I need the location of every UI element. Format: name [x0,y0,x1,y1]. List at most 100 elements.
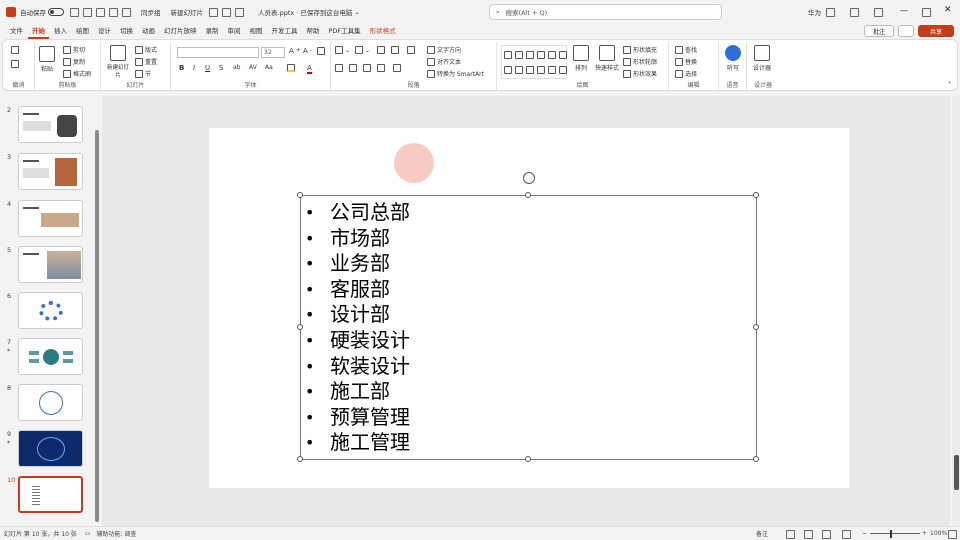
decrease-font-button[interactable]: A- [303,47,312,55]
justify-button[interactable] [377,64,385,72]
section-button[interactable]: 节 [135,69,151,78]
comment-button[interactable]: 批注 [864,25,894,37]
minimize-icon[interactable]: — [900,6,908,15]
rotate-handle-icon[interactable] [523,172,535,184]
reset-button[interactable]: 重置 [135,57,157,66]
file-title[interactable]: 人员表.pptx · 已保存到这台电脑 ⌄ [258,7,360,17]
underline-button[interactable]: U [205,64,210,72]
menu-shape-format[interactable]: 形状格式 [366,24,400,39]
menu-view[interactable]: 视图 [246,24,267,39]
zoom-in-icon[interactable]: + [922,530,927,537]
resize-handle[interactable] [525,192,531,198]
bullet-item[interactable]: 施工管理 [301,430,410,456]
menu-record[interactable]: 录制 [202,24,223,39]
bullet-item[interactable]: 硬装设计 [301,328,410,354]
select-button[interactable]: 选择 [675,69,697,78]
spellcheck-icon[interactable]: ▭ [85,530,91,537]
shape-effects-button[interactable]: 形状效果 [623,69,657,78]
crop-icon[interactable] [209,7,218,17]
designer-button[interactable]: 设计器 [753,45,771,72]
bullets-button[interactable]: ⌄ [335,46,350,54]
font-name-field[interactable] [177,47,259,58]
resize-handle[interactable] [297,456,303,462]
font-size-field[interactable]: 32 [261,47,285,58]
bullet-item[interactable]: 软装设计 [301,354,410,380]
align-left-button[interactable] [335,64,343,72]
bullet-item[interactable]: 市场部 [301,226,410,252]
increase-font-button[interactable]: A + [289,47,301,55]
menu-file[interactable]: 文件 [6,24,27,39]
accessibility-status[interactable]: 辅助功能: 调查 [96,529,136,538]
slide-sorter-icon[interactable] [804,530,813,539]
shape-fill-button[interactable]: 形状填充 [623,45,657,54]
align-center-button[interactable] [349,64,357,72]
shadow-button[interactable]: S [219,64,223,72]
new-slide-button[interactable]: 新建幻灯片 [105,45,131,79]
thumbnail-scrollbar[interactable] [95,130,99,522]
find-button[interactable]: 查找 [675,45,697,54]
bullet-item[interactable]: 业务部 [301,251,410,277]
redo-icon[interactable] [96,7,105,17]
arrange-button[interactable]: 排列 [573,45,589,72]
shape-outline-button[interactable]: 形状轮廓 [623,57,657,66]
fit-slide-icon[interactable] [948,530,957,539]
columns-button[interactable] [393,64,401,72]
menu-draw[interactable]: 绘图 [72,24,93,39]
smartart-button[interactable]: 转换为 SmartArt [427,69,484,78]
clear-format-button[interactable] [317,47,325,55]
bullet-item[interactable]: 设计部 [301,302,410,328]
cut-button[interactable]: 剪切 [63,45,85,54]
copy-button[interactable]: 复制 [63,57,85,66]
more-icon[interactable] [235,7,244,17]
copilot-icon[interactable] [826,8,835,17]
resize-handle[interactable] [753,456,759,462]
shapes-icon[interactable] [109,7,118,17]
resize-handle[interactable] [753,324,759,330]
bullet-list[interactable]: 公司总部 市场部 业务部 客服部 设计部 硬装设计 软装设计 施工部 预算管理 … [301,200,410,456]
menu-developer[interactable]: 开发工具 [268,24,302,39]
bullet-item[interactable]: 施工部 [301,379,410,405]
line-spacing-button[interactable] [407,46,415,54]
menu-transitions[interactable]: 切换 [116,24,137,39]
lightbulb-icon[interactable] [850,8,859,17]
increase-indent-button[interactable] [391,46,399,54]
search-box[interactable]: ⌕ 搜索(Alt + Q) [489,4,722,20]
format-painter-button[interactable]: 格式刷 [63,69,91,78]
bullet-item[interactable]: 客服部 [301,277,410,303]
brush-icon[interactable] [122,7,131,17]
text-direction-button[interactable]: 文字方向 [427,45,461,54]
zoom-slider-thumb[interactable] [890,530,892,538]
undo-icon[interactable] [83,7,92,17]
decrease-indent-button[interactable] [377,46,385,54]
menu-review[interactable]: 审阅 [224,24,245,39]
slideshow-icon[interactable] [842,530,851,539]
close-icon[interactable]: ✕ [944,5,952,15]
replace-button[interactable]: 替换 [675,57,697,66]
resize-handle[interactable] [525,456,531,462]
align-text-button[interactable]: 对齐文本 [427,57,461,66]
resize-handle[interactable] [753,192,759,198]
bold-button[interactable]: B [179,64,184,72]
notes-button[interactable]: 备注 [756,529,768,538]
menu-animations[interactable]: 动画 [138,24,159,39]
share-button[interactable]: 共享 [918,25,954,37]
resize-handle[interactable] [297,192,303,198]
paste-button[interactable]: 粘贴 [39,46,55,73]
bullet-item[interactable]: 公司总部 [301,200,410,226]
menu-pdf[interactable]: PDF工具集 [325,24,365,39]
italic-button[interactable]: I [193,64,195,72]
menu-design[interactable]: 设计 [94,24,115,39]
save-icon[interactable] [70,7,79,17]
dictate-button[interactable]: 听写 [725,45,741,72]
numbering-button[interactable]: ⌄ [355,46,370,54]
menu-help[interactable]: 帮助 [303,24,324,39]
quick-styles-button[interactable]: 快速样式 [595,45,619,72]
redo-button[interactable] [11,60,19,68]
menu-insert[interactable]: 插入 [50,24,71,39]
toggle-icon[interactable] [48,8,64,16]
bullet-item[interactable]: 预算管理 [301,405,410,431]
layout-button[interactable]: 新建幻灯片 [171,7,204,17]
collapse-ribbon-icon[interactable]: ⌄ [947,78,952,85]
case-button[interactable]: Aa [265,64,273,71]
shapes-gallery[interactable] [501,45,567,79]
